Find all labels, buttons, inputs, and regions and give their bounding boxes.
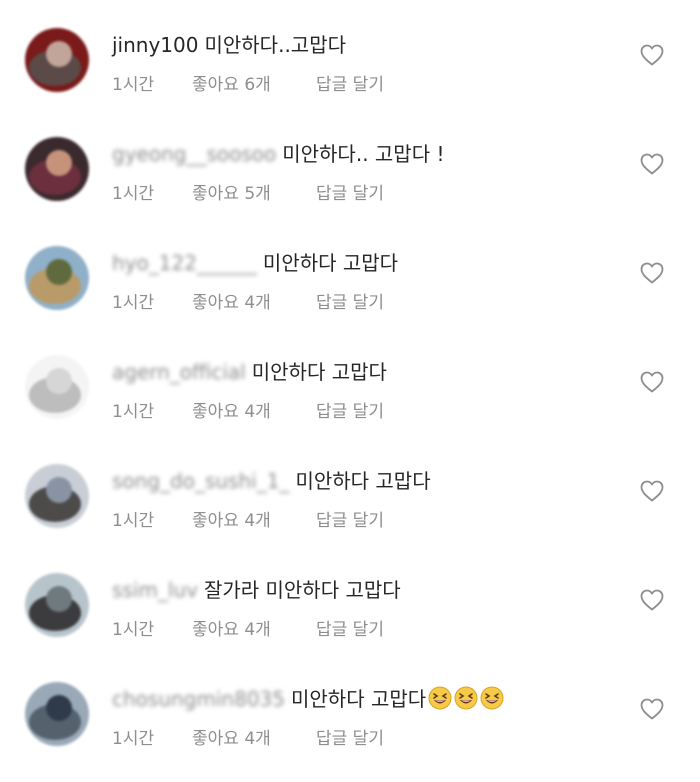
- comment-text: 미안하다.. 고맙다 !: [282, 142, 445, 166]
- comment-timestamp[interactable]: 1시간: [112, 288, 192, 313]
- comment-meta: 1시간 좋아요 5개 답글 달기: [112, 179, 384, 204]
- comment-meta: 1시간 좋아요 4개 답글 달기: [112, 506, 384, 531]
- like-count[interactable]: 좋아요 6개: [192, 70, 316, 95]
- comment-timestamp[interactable]: 1시간: [112, 724, 192, 749]
- comment-text: 미안하다 고맙다: [251, 360, 387, 384]
- avatar[interactable]: [25, 28, 89, 92]
- reply-button[interactable]: 답글 달기: [316, 179, 384, 204]
- comment-text-line: hyo_122______ 미안하다 고맙다: [112, 246, 398, 280]
- reply-button[interactable]: 답글 달기: [316, 397, 384, 422]
- reply-button[interactable]: 답글 달기: [316, 615, 384, 640]
- comment-timestamp[interactable]: 1시간: [112, 615, 192, 640]
- comment-meta: 1시간 좋아요 4개 답글 달기: [112, 724, 384, 749]
- comment-meta: 1시간 좋아요 4개 답글 달기: [112, 288, 384, 313]
- comment-meta: 1시간 좋아요 6개 답글 달기: [112, 70, 384, 95]
- avatar[interactable]: [25, 355, 89, 419]
- like-count[interactable]: 좋아요 4개: [192, 397, 316, 422]
- heart-outline-icon[interactable]: [640, 262, 664, 284]
- like-count[interactable]: 좋아요 5개: [192, 179, 316, 204]
- reply-button[interactable]: 답글 달기: [316, 70, 384, 95]
- comment-meta: 1시간 좋아요 4개 답글 달기: [112, 397, 384, 422]
- comment-item: jinny100 미안하다..고맙다 1시간 좋아요 6개 답글 달기: [0, 28, 700, 128]
- grinning-squinting-face-emoji-icon: [428, 686, 452, 710]
- reply-button[interactable]: 답글 달기: [316, 724, 384, 749]
- grinning-squinting-face-emoji-icon: [480, 686, 504, 710]
- heart-outline-icon[interactable]: [640, 589, 664, 611]
- comment-text-line: chosungmin8035 미안하다 고맙다: [112, 682, 504, 716]
- like-count[interactable]: 좋아요 4개: [192, 288, 316, 313]
- comment-item: hyo_122______ 미안하다 고맙다 1시간 좋아요 4개 답글 달기: [0, 246, 700, 346]
- comment-text-line: jinny100 미안하다..고맙다: [112, 28, 346, 62]
- comment-text: 미안하다 고맙다: [262, 251, 399, 275]
- comment-item: ssim_luv 잘가라 미안하다 고맙다 1시간 좋아요 4개 답글 달기: [0, 573, 700, 673]
- comment-item: song_do_sushi_1_ 미안하다 고맙다 1시간 좋아요 4개 답글 달기: [0, 464, 700, 564]
- avatar[interactable]: [25, 137, 89, 201]
- username[interactable]: song_do_sushi_1_: [112, 469, 289, 493]
- like-count[interactable]: 좋아요 4개: [192, 615, 316, 640]
- comment-item: chosungmin8035 미안하다 고맙다 1시간 좋아요 4개 답글 달기: [0, 682, 700, 782]
- comment-text: 미안하다..고맙다: [204, 33, 346, 57]
- comment-timestamp[interactable]: 1시간: [112, 179, 192, 204]
- avatar[interactable]: [25, 573, 89, 637]
- comment-timestamp[interactable]: 1시간: [112, 397, 192, 422]
- username[interactable]: ssim_luv: [112, 578, 198, 602]
- comment-timestamp[interactable]: 1시간: [112, 506, 192, 531]
- avatar[interactable]: [25, 682, 89, 746]
- comment-item: agern_official 미안하다 고맙다 1시간 좋아요 4개 답글 달기: [0, 355, 700, 455]
- like-count[interactable]: 좋아요 4개: [192, 506, 316, 531]
- comment-text-line: gyeong__soosoo 미안하다.. 고맙다 !: [112, 137, 444, 171]
- comment-meta: 1시간 좋아요 4개 답글 달기: [112, 615, 384, 640]
- heart-outline-icon[interactable]: [640, 371, 664, 393]
- comment-text-line: ssim_luv 잘가라 미안하다 고맙다: [112, 573, 401, 607]
- username[interactable]: hyo_122______: [112, 251, 257, 275]
- comment-text: 미안하다 고맙다: [295, 469, 431, 493]
- comment-text-line: agern_official 미안하다 고맙다: [112, 355, 387, 389]
- heart-outline-icon[interactable]: [640, 153, 664, 175]
- grinning-squinting-face-emoji-icon: [454, 686, 478, 710]
- username[interactable]: gyeong__soosoo: [112, 142, 276, 166]
- comment-text-line: song_do_sushi_1_ 미안하다 고맙다: [112, 464, 431, 498]
- username[interactable]: jinny100: [112, 33, 198, 57]
- heart-outline-icon[interactable]: [640, 480, 664, 502]
- comment-text: 미안하다 고맙다: [291, 687, 427, 711]
- comment-item: gyeong__soosoo 미안하다.. 고맙다 ! 1시간 좋아요 5개 답글 달기: [0, 137, 700, 237]
- reply-button[interactable]: 답글 달기: [316, 506, 384, 531]
- like-count[interactable]: 좋아요 4개: [192, 724, 316, 749]
- avatar[interactable]: [25, 464, 89, 528]
- reply-button[interactable]: 답글 달기: [316, 288, 384, 313]
- comment-list: jinny100 미안하다..고맙다 1시간 좋아요 6개 답글 달기 gyeong__s…: [0, 0, 700, 766]
- username[interactable]: chosungmin8035: [112, 687, 285, 711]
- username[interactable]: agern_official: [112, 360, 246, 384]
- avatar[interactable]: [25, 246, 89, 310]
- comment-timestamp[interactable]: 1시간: [112, 70, 192, 95]
- comment-text: 잘가라 미안하다 고맙다: [203, 578, 401, 602]
- heart-outline-icon[interactable]: [640, 698, 664, 720]
- heart-outline-icon[interactable]: [640, 44, 664, 66]
